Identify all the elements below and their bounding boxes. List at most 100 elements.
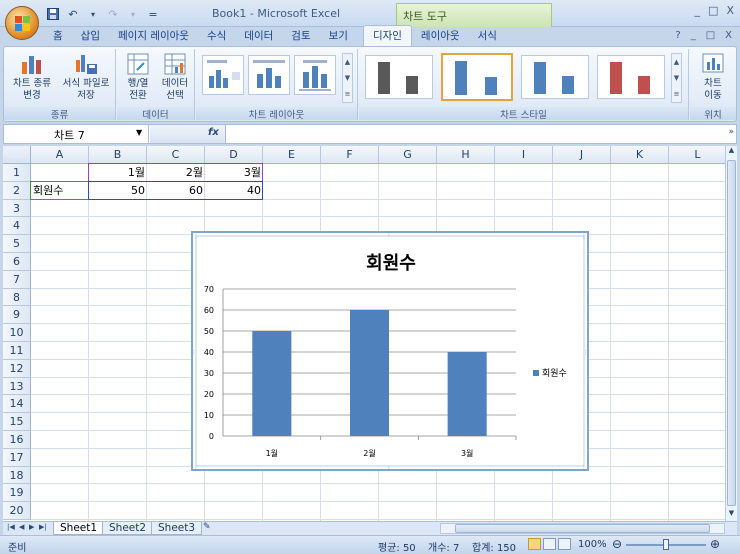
formula-input[interactable] [228,127,708,141]
tab-0[interactable]: 홈 [44,26,72,46]
horizontal-scroll-thumb[interactable] [455,524,710,533]
maximize-button[interactable]: □ [708,4,718,17]
row-header[interactable]: 4 [3,217,31,236]
row-header[interactable]: 5 [3,235,31,253]
row-header[interactable]: 10 [3,324,31,342]
row-header[interactable]: 18 [3,466,31,485]
chart-layout-gallery-scroll[interactable]: ▲ ▼ ≡ [342,53,353,103]
tab-1[interactable]: 삽입 [72,26,109,46]
row-header[interactable]: 15 [3,413,31,431]
sheet-tab-3[interactable]: Sheet3 [151,522,203,535]
chart-layout-1[interactable] [202,55,244,95]
help-icon[interactable]: ? [675,30,680,41]
tab-9[interactable]: 서식 [469,26,506,46]
tab-4[interactable]: 데이터 [235,26,282,46]
workbook-close-button[interactable]: X [725,30,732,41]
column-header[interactable]: L [669,146,725,164]
row-header[interactable]: 20 [3,502,31,520]
chart-style-4[interactable] [597,55,665,99]
chart-style-2[interactable] [441,53,513,101]
cell-d1[interactable]: 3월 [207,164,261,182]
row-header[interactable]: 16 [3,431,31,449]
last-sheet-icon[interactable]: ▶| [39,523,47,531]
column-header[interactable]: A [31,146,89,164]
vertical-scrollbar[interactable]: ▲ ▼ [725,146,737,521]
minimize-button[interactable]: _ [695,4,701,17]
embedded-chart[interactable]: 회원수 0 10 20 30 40 50 60 70 1월 2월 3월 회원수 ⋮ ⋮ ⋮ ⋮ ⋮ ⋮ ⋮ ⋮ [191,231,589,471]
tab-7[interactable]: 디자인 [362,25,412,46]
insert-function-button[interactable]: fx [208,127,219,138]
row-header[interactable]: 1 [3,164,31,182]
office-button[interactable] [5,6,39,40]
row-header[interactable]: 12 [3,359,31,378]
prev-sheet-icon[interactable]: ◀ [19,523,24,531]
save-icon[interactable] [44,6,62,22]
row-header[interactable]: 11 [3,342,31,360]
row-header[interactable]: 2 [3,181,31,200]
normal-view-button[interactable] [528,538,541,550]
chart-layout-2[interactable] [248,55,290,95]
undo-dropdown-icon[interactable]: ▾ [84,6,102,22]
row-header[interactable]: 9 [3,306,31,325]
select-data-button[interactable]: 데이터 선택 [157,52,193,102]
redo-icon[interactable]: ↷ [104,6,122,22]
undo-icon[interactable]: ↶ [64,6,82,22]
zoom-out-icon[interactable]: ⊖ [612,537,622,551]
row-header[interactable]: 8 [3,288,31,307]
change-chart-type-button[interactable]: 차트 종류 변경 [8,52,56,102]
zoom-in-icon[interactable]: ⊕ [710,537,720,551]
chart-layout-3[interactable] [294,55,336,95]
chart-style-gallery-scroll[interactable]: ▲ ▼ ≡ [671,53,682,103]
sheet-tab-1[interactable]: Sheet1 [53,522,105,535]
column-header[interactable]: I [495,146,553,164]
move-chart-button[interactable]: 차트 이동 [694,52,732,102]
tab-2[interactable]: 페이지 레이아웃 [109,26,198,46]
vertical-scroll-thumb[interactable] [727,160,736,506]
column-header[interactable]: H [437,146,495,164]
insert-sheet-icon[interactable]: ✎ [203,522,221,534]
save-as-template-button[interactable]: 서식 파일로 저장 [58,52,114,102]
chart-style-3[interactable] [521,55,589,99]
column-header[interactable]: G [379,146,437,164]
tab-3[interactable]: 수식 [198,26,235,46]
tab-8[interactable]: 레이아웃 [412,26,469,46]
cell-c2[interactable]: 60 [149,182,203,200]
row-header[interactable]: 3 [3,199,31,218]
scroll-up-icon[interactable]: ▲ [726,146,737,158]
cell-a2[interactable]: 회원수 [33,182,87,200]
column-header[interactable]: B [89,146,147,164]
tab-5[interactable]: 검토 [282,26,319,46]
column-header[interactable]: J [553,146,611,164]
page-layout-view-button[interactable] [543,538,556,550]
cell-b2[interactable]: 50 [91,182,145,200]
cell-b1[interactable]: 1월 [91,164,145,182]
row-header[interactable]: 7 [3,270,31,289]
row-header[interactable]: 13 [3,377,31,396]
tab-6[interactable]: 보기 [320,26,357,46]
row-header[interactable]: 19 [3,484,31,503]
row-header[interactable]: 17 [3,448,31,467]
switch-row-column-button[interactable]: 행/열 전환 [121,52,155,102]
select-all-corner[interactable] [3,146,31,164]
next-sheet-icon[interactable]: ▶ [29,523,34,531]
zoom-level[interactable]: 100% [578,539,607,550]
page-break-view-button[interactable] [558,538,571,550]
close-button[interactable]: X [726,4,734,17]
name-box[interactable]: 차트 7 [4,125,149,143]
zoom-slider-thumb[interactable] [663,539,669,550]
row-header[interactable]: 6 [3,253,31,271]
redo-dropdown-icon[interactable]: ▾ [124,6,142,22]
workbook-minimize-button[interactable]: _ [691,30,696,41]
column-header[interactable]: E [263,146,321,164]
horizontal-scrollbar[interactable] [440,523,725,534]
column-header[interactable]: C [147,146,205,164]
workbook-restore-button[interactable]: □ [706,30,715,41]
first-sheet-icon[interactable]: |◀ [7,523,15,531]
cell-d2[interactable]: 40 [207,182,261,200]
customize-qat-button[interactable]: = [144,6,162,22]
column-header[interactable]: K [611,146,669,164]
name-box-dropdown-icon[interactable]: ▼ [136,128,142,137]
chart-style-1[interactable] [365,55,433,99]
expand-formula-bar-icon[interactable]: » [728,127,734,137]
cell-c1[interactable]: 2월 [149,164,203,182]
